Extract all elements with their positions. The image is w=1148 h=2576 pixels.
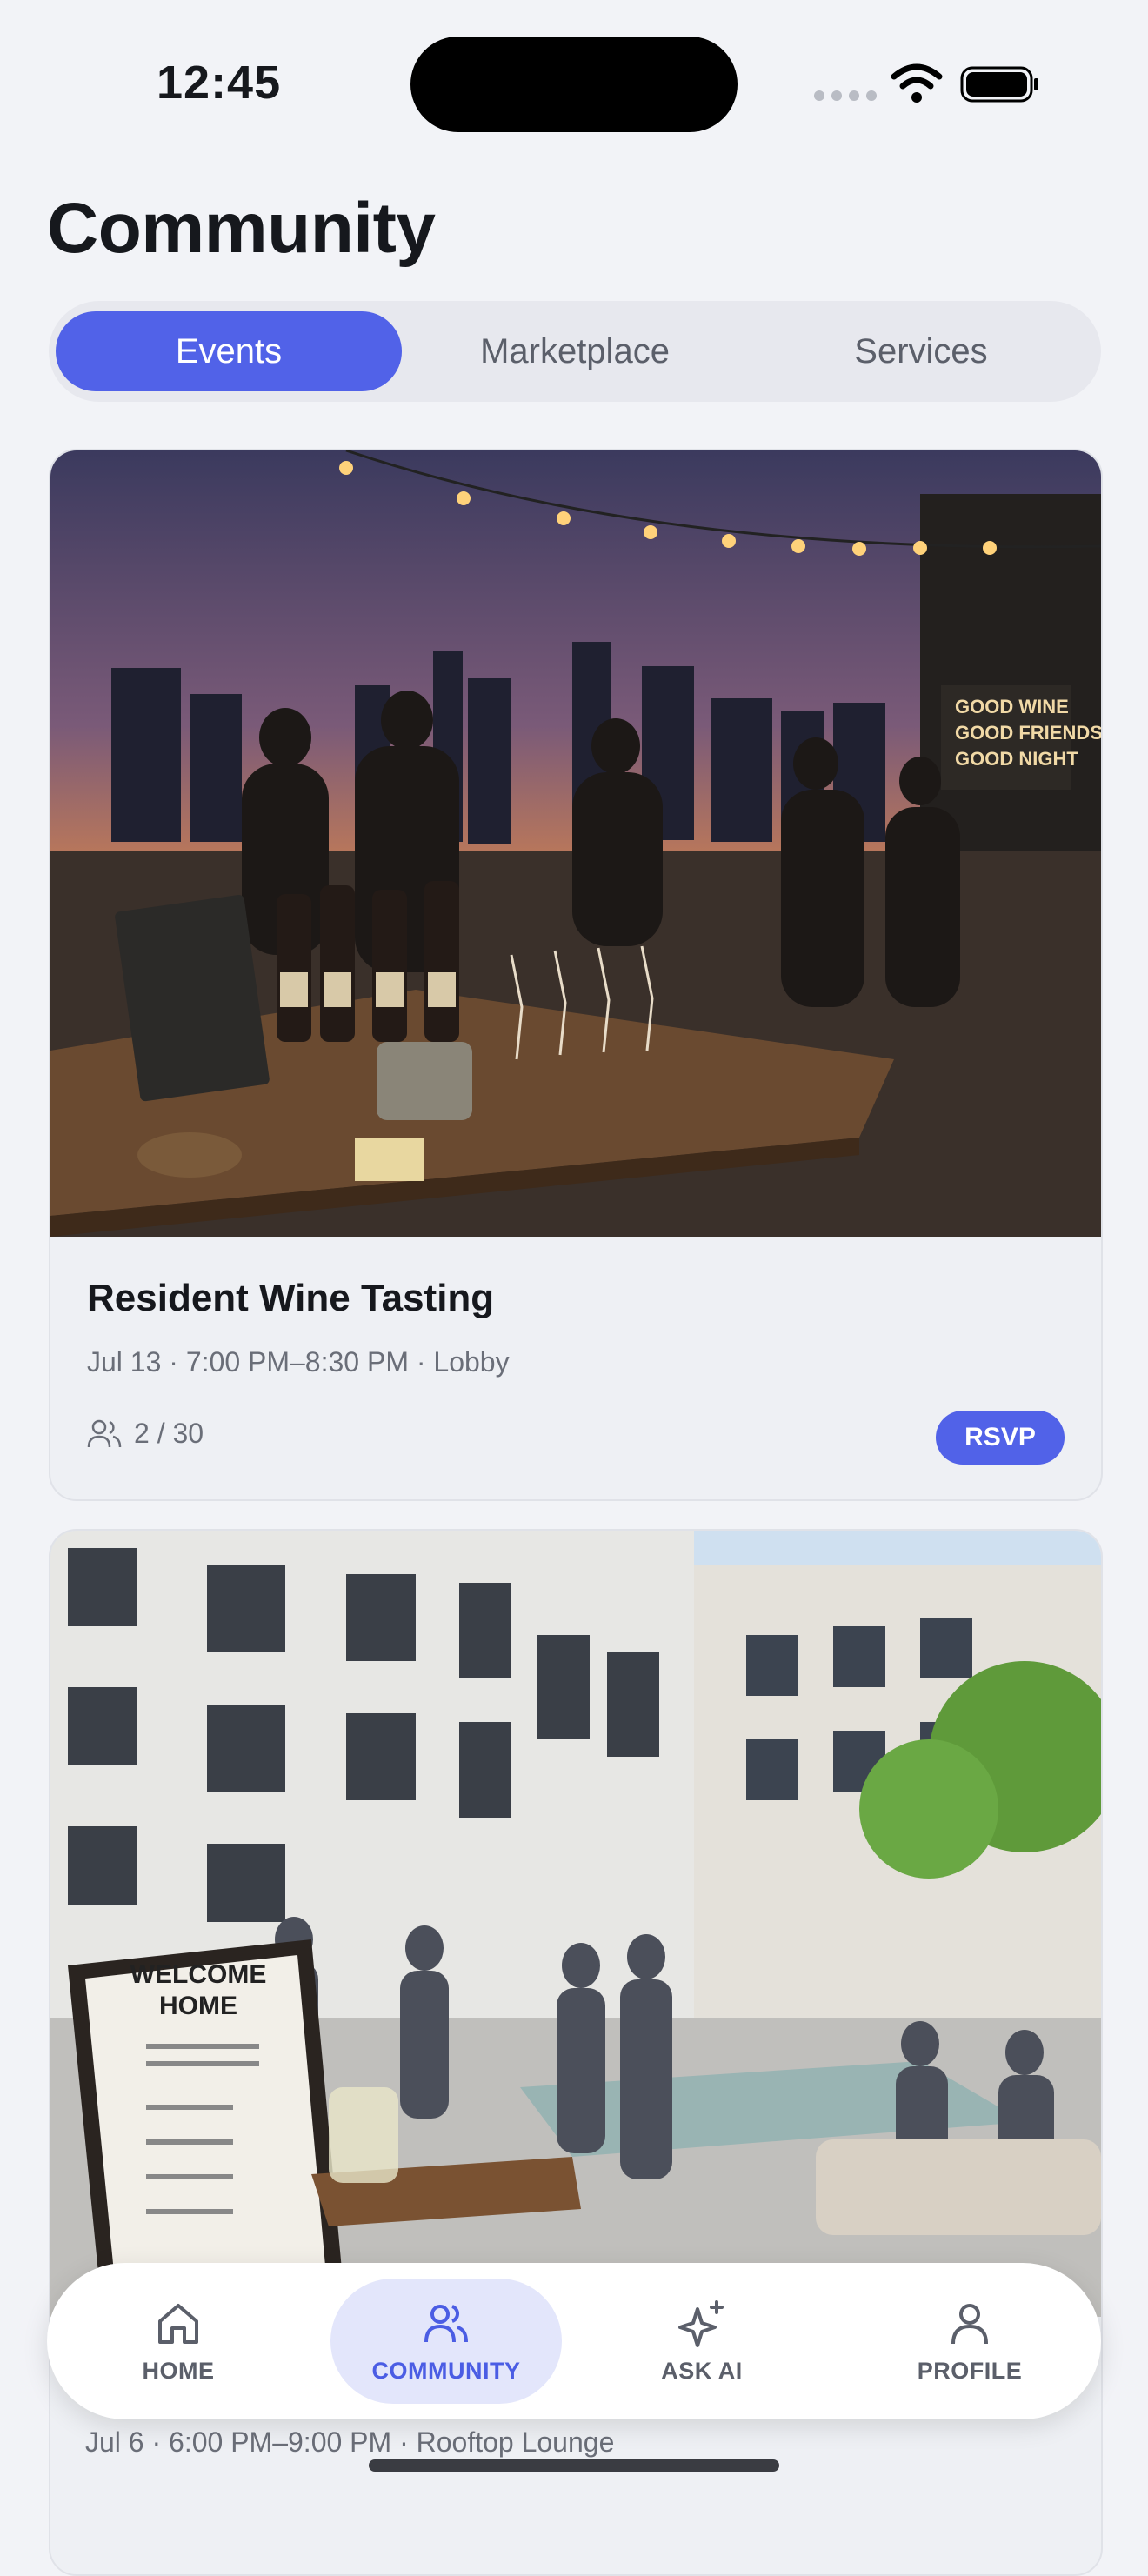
event-meta: Jul 13 · 7:00 PM–8:30 PM · Lobby <box>87 1346 510 1378</box>
welcome-sign-line-2: HOME <box>159 1992 237 2020</box>
event-title: Resident Wine Tasting <box>87 1277 495 1319</box>
rsvp-button[interactable]: RSVP <box>936 1411 1065 1465</box>
sign-line-3: GOOD NIGHT <box>955 748 1078 770</box>
event-image-wine-tasting: GOOD WINE GOOD FRIENDS GOOD NIGHT <box>50 450 1101 1237</box>
event-image-welcome-party: WELCOME HOME <box>50 1531 1101 2317</box>
nav-community-label: COMMUNITY <box>371 2357 521 2384</box>
sign-line-1: GOOD WINE <box>955 696 1069 717</box>
nav-profile-label: PROFILE <box>917 2357 1023 2384</box>
wifi-icon <box>891 63 943 103</box>
dynamic-island <box>410 37 738 132</box>
sign-line-2: GOOD FRIENDS <box>955 722 1101 744</box>
event-meta: Jul 6 · 6:00 PM–9:00 PM · Rooftop Lounge <box>85 2426 615 2458</box>
home-indicator[interactable] <box>369 2459 779 2472</box>
nav-home[interactable]: HOME <box>63 2279 294 2404</box>
bottom-navigation: HOME COMMUNITY ASK AI PROFILE <box>47 2263 1101 2419</box>
status-bar: 12:45 <box>0 0 1148 165</box>
cellular-signal-icon <box>814 90 877 101</box>
status-time: 12:45 <box>157 57 282 109</box>
people-icon <box>424 2304 468 2342</box>
nav-profile[interactable]: PROFILE <box>854 2279 1085 2404</box>
sparkle-icon <box>678 2299 724 2347</box>
welcome-sign-line-1: WELCOME <box>130 1960 267 1989</box>
attendee-count: 2 / 30 <box>87 1418 204 1450</box>
nav-home-label: HOME <box>142 2357 215 2384</box>
battery-icon <box>960 66 1038 103</box>
segmented-tabs: Events Marketplace Services <box>49 301 1101 402</box>
page-title: Community <box>47 189 436 268</box>
attendee-count-text: 2 / 30 <box>134 1418 204 1449</box>
home-icon <box>158 2303 198 2344</box>
event-card[interactable]: GOOD WINE GOOD FRIENDS GOOD NIGHT Reside… <box>49 449 1103 1501</box>
nav-community[interactable]: COMMUNITY <box>330 2279 562 2404</box>
tab-marketplace[interactable]: Marketplace <box>402 311 748 391</box>
tab-events[interactable]: Events <box>56 311 402 391</box>
person-icon <box>951 2303 988 2344</box>
people-icon <box>87 1419 122 1447</box>
nav-ask-ai[interactable]: ASK AI <box>586 2279 818 2404</box>
nav-ask-ai-label: ASK AI <box>661 2357 743 2384</box>
tab-services[interactable]: Services <box>748 311 1094 391</box>
